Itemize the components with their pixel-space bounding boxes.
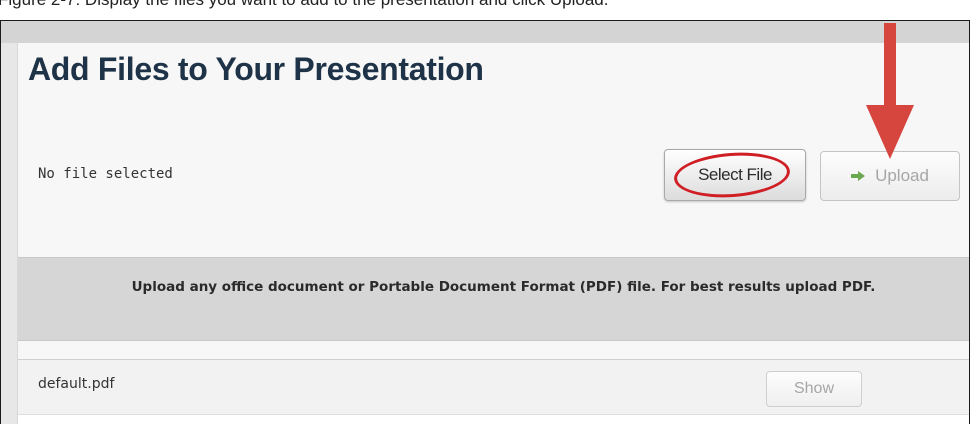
page-title: Add Files to Your Presentation xyxy=(28,51,484,87)
file-name: default.pdf xyxy=(38,376,115,392)
file-list: default.pdf Show xyxy=(18,359,969,424)
add-files-dialog: Add Files to Your Presentation No file s… xyxy=(0,20,970,424)
show-button-label: Show xyxy=(793,380,835,397)
red-arrow-down-icon xyxy=(860,23,920,165)
upload-info-box: Upload any office document or Portable D… xyxy=(18,257,969,341)
file-list-item: default.pdf Show xyxy=(18,360,969,415)
dialog-header-bar xyxy=(1,21,969,43)
green-arrow-right-icon xyxy=(851,171,866,181)
caption-strip: Figure 2-7: Display the files you want t… xyxy=(0,0,972,20)
file-status-text: No file selected xyxy=(38,166,173,182)
caption-text: Figure 2-7: Display the files you want t… xyxy=(0,0,608,10)
upload-info-text: Upload any office document or Portable D… xyxy=(131,279,876,295)
add-files-panel: Add Files to Your Presentation No file s… xyxy=(17,23,969,424)
upload-label: Upload xyxy=(875,166,929,185)
show-file-button[interactable]: Show xyxy=(766,371,862,407)
